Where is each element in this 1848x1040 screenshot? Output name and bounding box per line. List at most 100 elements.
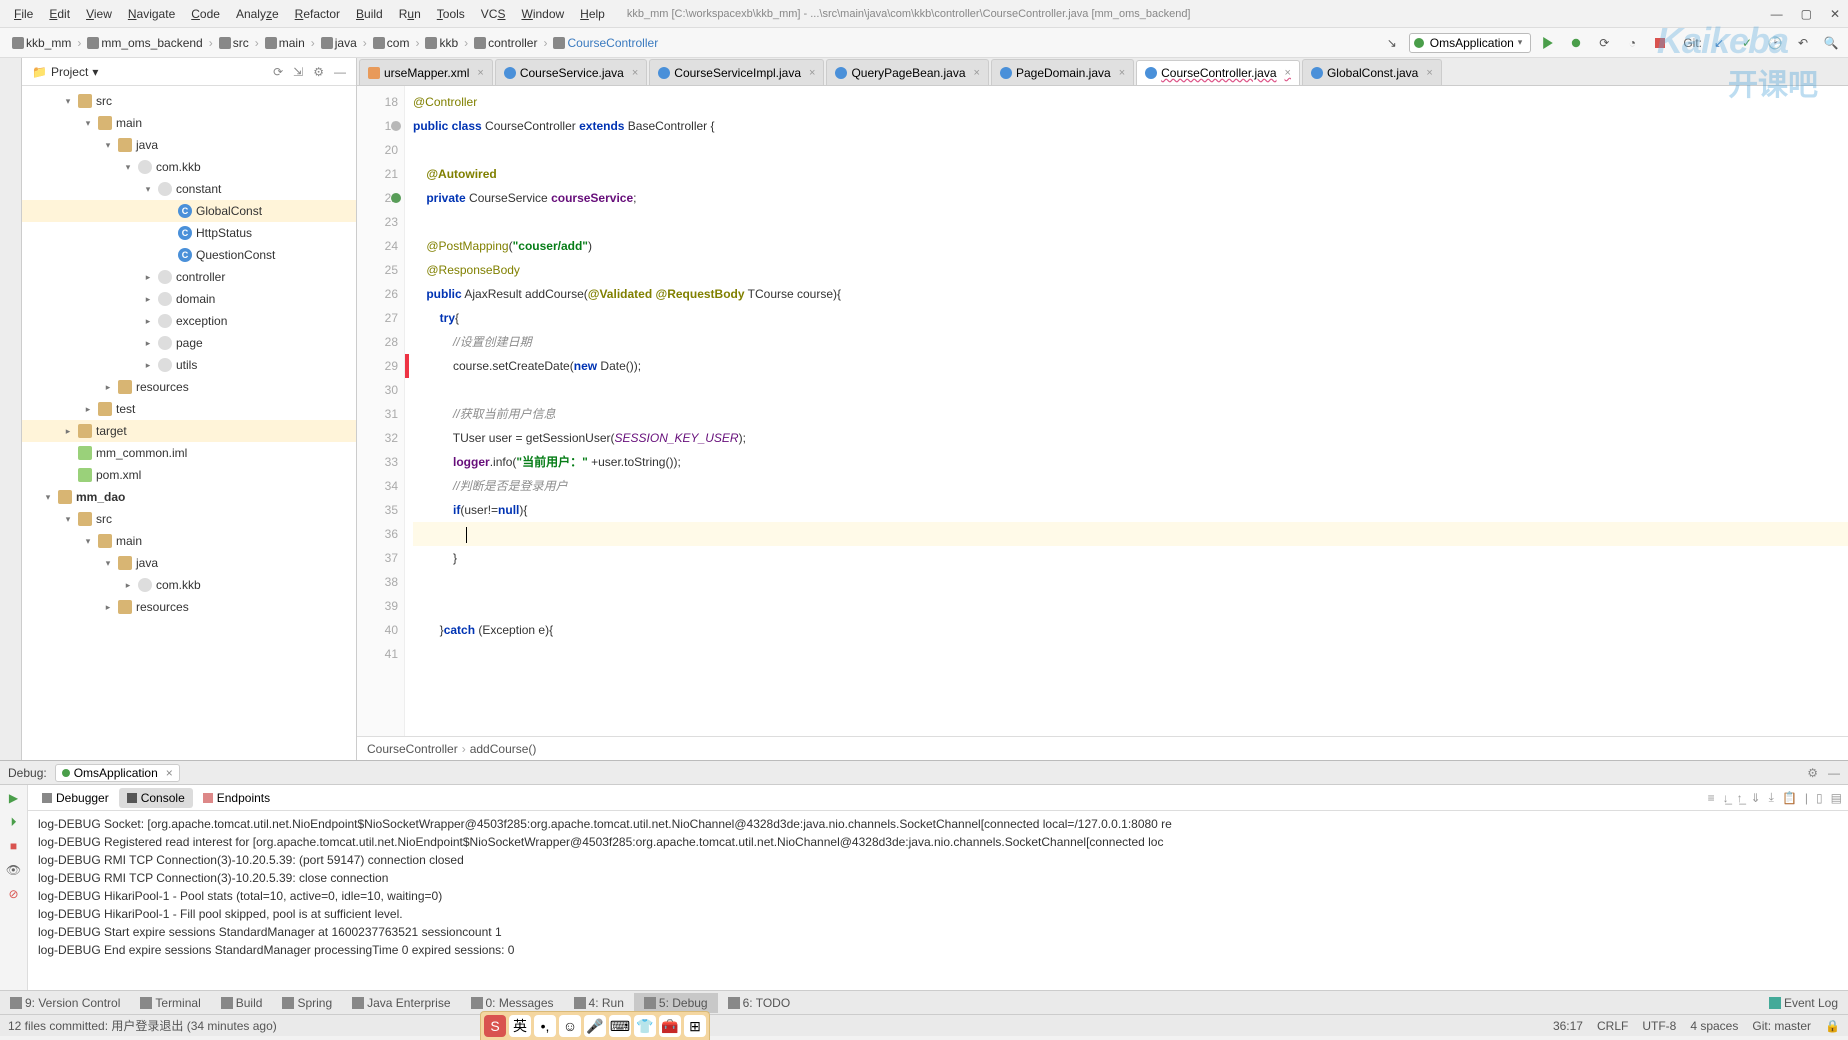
search-icon[interactable]: 🔍	[1820, 32, 1842, 54]
ime-skin-icon[interactable]: 👕	[634, 1015, 656, 1037]
close-tab-icon[interactable]: ×	[477, 67, 483, 79]
file-encoding[interactable]: UTF-8	[1642, 1019, 1676, 1033]
project-panel-title[interactable]: 📁 Project ▾	[32, 65, 98, 79]
tree-node-mm_dao[interactable]: ▾mm_dao	[22, 486, 356, 508]
menu-run[interactable]: Run	[393, 5, 427, 23]
step-into-icon[interactable]: ↓̲	[1723, 791, 1729, 805]
breadcrumb-kkb_mm[interactable]: kkb_mm	[6, 34, 77, 52]
menu-analyze[interactable]: Analyze	[230, 5, 285, 23]
git-branch[interactable]: Git: master	[1752, 1019, 1811, 1033]
ime-lang-icon[interactable]: 英	[509, 1015, 531, 1037]
maximize-button[interactable]: ▢	[1801, 7, 1812, 21]
menu-window[interactable]: Window	[515, 5, 570, 23]
menu-edit[interactable]: Edit	[43, 5, 76, 23]
tree-node-java[interactable]: ▾java	[22, 134, 356, 156]
close-tab-icon[interactable]: ×	[1119, 67, 1125, 79]
minimize-button[interactable]: —	[1771, 7, 1783, 21]
ime-punct-icon[interactable]: •,	[534, 1015, 556, 1037]
tree-node-test[interactable]: ▸test	[22, 398, 356, 420]
menu-view[interactable]: View	[80, 5, 118, 23]
lock-icon[interactable]: 🔒	[1825, 1019, 1840, 1033]
rerun-icon[interactable]: ▶	[5, 789, 23, 807]
tree-node-main[interactable]: ▾main	[22, 530, 356, 552]
mute-breakpoints-icon[interactable]: ⊘	[5, 885, 23, 903]
tree-node-constant[interactable]: ▾constant	[22, 178, 356, 200]
breadcrumb-src[interactable]: src	[213, 34, 255, 52]
breadcrumb-com[interactable]: com	[367, 34, 416, 52]
debug-settings-icon[interactable]: ⚙	[1807, 766, 1818, 780]
tree-node-utils[interactable]: ▸utils	[22, 354, 356, 376]
tree-node-com.kkb[interactable]: ▸com.kkb	[22, 574, 356, 596]
line-separator[interactable]: CRLF	[1597, 1019, 1628, 1033]
tree-node-resources[interactable]: ▸resources	[22, 596, 356, 618]
endpoints-tab[interactable]: Endpoints	[195, 788, 278, 808]
close-tab-icon[interactable]: ×	[1426, 67, 1432, 79]
coverage-button[interactable]: ⟳	[1593, 32, 1615, 54]
tree-node-QuestionConst[interactable]: CQuestionConst	[22, 244, 356, 266]
menu-help[interactable]: Help	[574, 5, 611, 23]
toolwin-Spring[interactable]: Spring	[272, 993, 342, 1013]
frames-icon[interactable]: ▯	[1816, 791, 1823, 805]
tree-node-controller[interactable]: ▸controller	[22, 266, 356, 288]
breadcrumb-kkb[interactable]: kkb	[419, 34, 464, 52]
toolwin-Java-Enterprise[interactable]: Java Enterprise	[342, 993, 460, 1013]
debug-session-tab[interactable]: OmsApplication ×	[55, 764, 180, 782]
ime-tools-icon[interactable]: 🧰	[659, 1015, 681, 1037]
tree-node-target[interactable]: ▸target	[22, 420, 356, 442]
close-tab-icon[interactable]: ×	[632, 67, 638, 79]
vcs-update-icon[interactable]: ↙	[1708, 32, 1730, 54]
console-tab[interactable]: Console	[119, 788, 193, 808]
debugger-tab[interactable]: Debugger	[34, 788, 117, 808]
threads-icon[interactable]: ▤	[1831, 791, 1842, 805]
breadcrumb-java[interactable]: java	[315, 34, 363, 52]
toolwin-4--Run[interactable]: 4: Run	[564, 993, 634, 1013]
menu-tools[interactable]: Tools	[431, 5, 471, 23]
bc-class[interactable]: CourseController	[367, 742, 458, 756]
file-tab-QueryPageBean.java[interactable]: QueryPageBean.java×	[826, 59, 989, 85]
indent-setting[interactable]: 4 spaces	[1690, 1019, 1738, 1033]
close-tab-icon[interactable]: ×	[809, 67, 815, 79]
code-editor[interactable]: 1819202122232425262728293031323334353637…	[357, 86, 1848, 736]
profile-button[interactable]: ◔	[1621, 32, 1643, 54]
breadcrumb-CourseController[interactable]: CourseController	[547, 34, 664, 52]
ime-logo-icon[interactable]: S	[484, 1015, 506, 1037]
tree-node-domain[interactable]: ▸domain	[22, 288, 356, 310]
nav-back-icon[interactable]: ↘	[1381, 32, 1403, 54]
breadcrumb-main[interactable]: main	[259, 34, 311, 52]
tree-node-src[interactable]: ▾src	[22, 508, 356, 530]
vcs-history-icon[interactable]: 🕑	[1764, 32, 1786, 54]
event-log-button[interactable]: Event Log	[1759, 993, 1848, 1013]
settings-icon[interactable]: ⚙	[313, 65, 324, 79]
breadcrumb-controller[interactable]: controller	[468, 34, 543, 52]
collapse-icon[interactable]: ⇲	[293, 65, 303, 79]
tree-node-mm_common.iml[interactable]: mm_common.iml	[22, 442, 356, 464]
ime-voice-icon[interactable]: 🎤	[584, 1015, 606, 1037]
bc-method[interactable]: addCourse()	[470, 742, 537, 756]
run-to-cursor-icon[interactable]: ⤓	[1769, 790, 1774, 805]
tree-node-java[interactable]: ▾java	[22, 552, 356, 574]
project-tree[interactable]: ▾src▾main▾java▾com.kkb▾constantCGlobalCo…	[22, 86, 356, 760]
force-step-icon[interactable]: ⇓	[1751, 791, 1761, 805]
vcs-commit-icon[interactable]: ✓	[1736, 32, 1758, 54]
toolwin-0--Messages[interactable]: 0: Messages	[461, 993, 564, 1013]
tree-node-resources[interactable]: ▸resources	[22, 376, 356, 398]
ime-grid-icon[interactable]: ⊞	[684, 1015, 706, 1037]
toolwin-6--TODO[interactable]: 6: TODO	[718, 993, 801, 1013]
close-tab-icon[interactable]: ×	[974, 67, 980, 79]
file-tab-CourseService.java[interactable]: CourseService.java×	[495, 59, 647, 85]
menu-navigate[interactable]: Navigate	[122, 5, 181, 23]
menu-refactor[interactable]: Refactor	[289, 5, 346, 23]
vcs-revert-icon[interactable]: ↶	[1792, 32, 1814, 54]
ime-toolbar[interactable]: S 英 •, ☺ 🎤 ⌨ 👕 🧰 ⊞	[480, 1011, 710, 1040]
evaluate-icon[interactable]: 📋	[1782, 791, 1797, 805]
menu-build[interactable]: Build	[350, 5, 389, 23]
file-tab-GlobalConst.java[interactable]: GlobalConst.java×	[1302, 59, 1442, 85]
toolwin-Terminal[interactable]: Terminal	[130, 993, 210, 1013]
toolwin-5--Debug[interactable]: 5: Debug	[634, 993, 718, 1013]
resume-icon[interactable]: ⏵	[5, 813, 23, 831]
toolwin-Build[interactable]: Build	[211, 993, 273, 1013]
toolwin-9--Version-Control[interactable]: 9: Version Control	[0, 993, 130, 1013]
tree-node-com.kkb[interactable]: ▾com.kkb	[22, 156, 356, 178]
step-over-icon[interactable]: ≡	[1708, 791, 1715, 805]
console-output[interactable]: log-DEBUG Socket: [org.apache.tomcat.uti…	[28, 811, 1848, 990]
